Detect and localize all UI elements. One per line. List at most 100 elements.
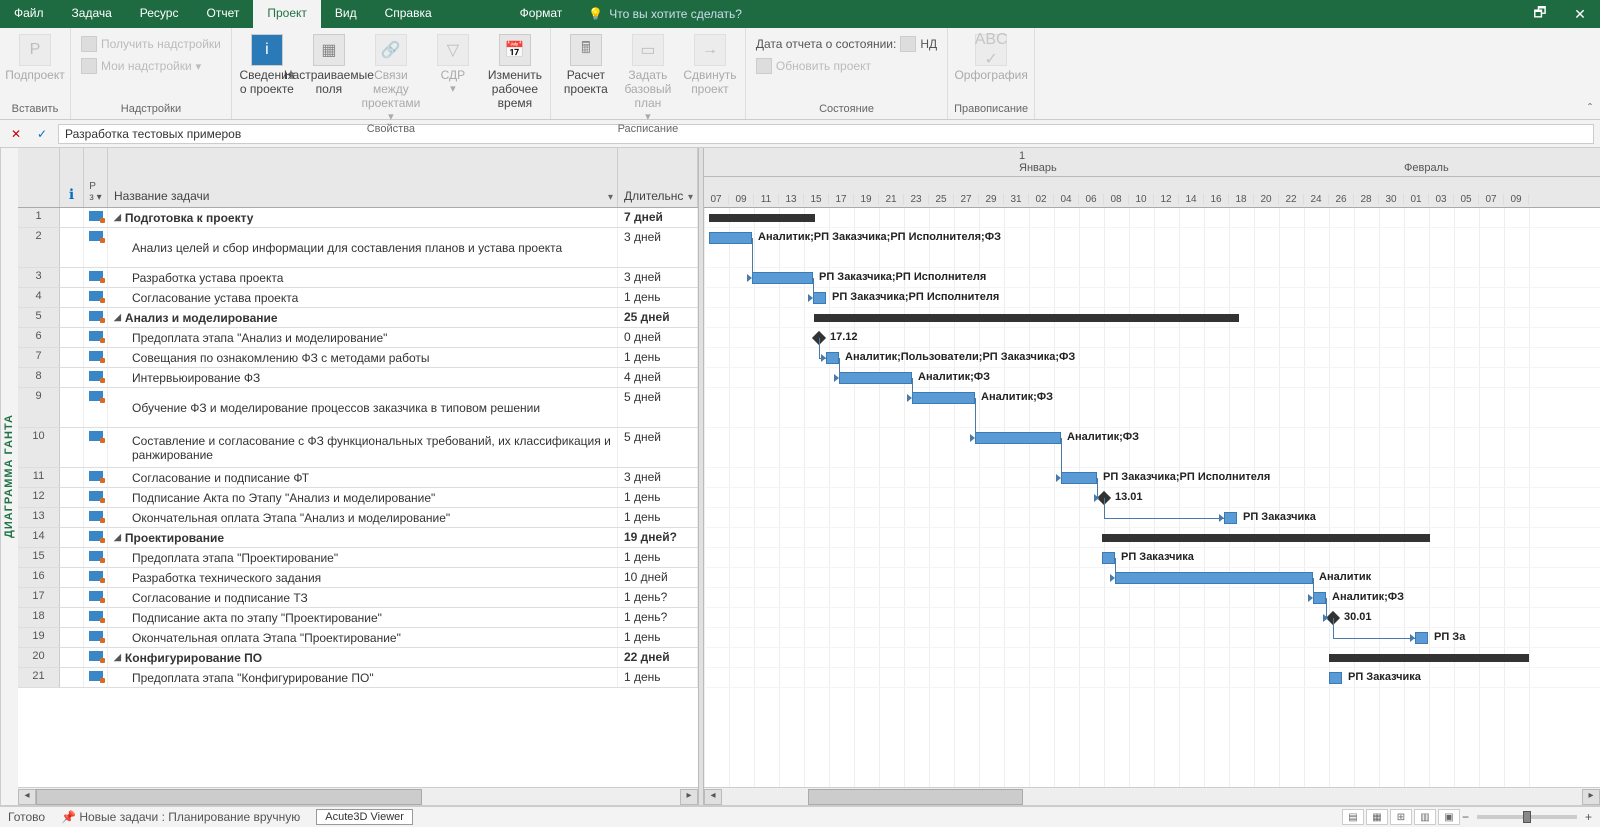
view-resource-button[interactable]: ▥ bbox=[1414, 809, 1436, 825]
task-bar[interactable] bbox=[1313, 592, 1326, 604]
custom-fields-button[interactable]: ▦Настраиваемые поля bbox=[300, 32, 358, 96]
task-bar[interactable] bbox=[1329, 672, 1342, 684]
calculate-project-button[interactable]: 🖩Расчет проекта bbox=[557, 32, 615, 96]
gantt-area[interactable]: Аналитик;РП Заказчика;РП Исполнителя;ФЗР… bbox=[704, 208, 1600, 787]
menu-задача[interactable]: Задача bbox=[58, 0, 126, 28]
table-row[interactable]: 14◢Проектирование19 дней? bbox=[18, 528, 698, 548]
mode-column-header[interactable]: Рз ▾ bbox=[84, 148, 108, 207]
table-row[interactable]: 8Интервьюирование ФЗ4 дней bbox=[18, 368, 698, 388]
table-row[interactable]: 4Согласование устава проекта1 день bbox=[18, 288, 698, 308]
scroll-track[interactable] bbox=[36, 789, 680, 805]
table-row[interactable]: 2Анализ целей и сбор информации для сост… bbox=[18, 228, 698, 268]
table-row[interactable]: 17Согласование и подписание ТЗ1 день? bbox=[18, 588, 698, 608]
zoom-slider[interactable] bbox=[1477, 815, 1577, 819]
view-gantt-button[interactable]: ▤ bbox=[1342, 809, 1364, 825]
zoom-out-button[interactable]: − bbox=[1462, 810, 1469, 824]
menu-вид[interactable]: Вид bbox=[321, 0, 371, 28]
info-column-header[interactable]: ℹ bbox=[60, 148, 84, 207]
table-body[interactable]: 1◢Подготовка к проекту7 дней2Анализ целе… bbox=[18, 208, 698, 787]
milestone-label: 30.01 bbox=[1344, 611, 1372, 623]
entry-input[interactable] bbox=[58, 124, 1594, 144]
menu-ресурс[interactable]: Ресурс bbox=[126, 0, 193, 28]
spellcheck-icon: ABC✓ bbox=[975, 34, 1007, 66]
collapse-icon[interactable]: ◢ bbox=[114, 652, 121, 663]
task-bar[interactable] bbox=[1061, 472, 1097, 484]
info-icon: i bbox=[251, 34, 283, 66]
change-worktime-button[interactable]: 📅Изменить рабочее время bbox=[486, 32, 544, 110]
zoom-in-button[interactable]: + bbox=[1585, 810, 1592, 824]
table-row[interactable]: 10Составление и согласование с ФЗ функци… bbox=[18, 428, 698, 468]
table-row[interactable]: 12Подписание Акта по Этапу "Анализ и мод… bbox=[18, 488, 698, 508]
scroll-right-button[interactable]: ▸ bbox=[680, 789, 698, 805]
menu-справка[interactable]: Справка bbox=[371, 0, 446, 28]
table-row[interactable]: 15Предоплата этапа "Проектирование"1 ден… bbox=[18, 548, 698, 568]
menu-файл[interactable]: Файл bbox=[0, 0, 58, 28]
menu-проект[interactable]: Проект bbox=[253, 0, 321, 28]
task-bar[interactable] bbox=[1115, 572, 1313, 584]
table-row[interactable]: 21Предоплата этапа "Конфигурирование ПО"… bbox=[18, 668, 698, 688]
gantt-timescale[interactable]: 1ЯнварьФевраль 0709111315171921232527293… bbox=[704, 148, 1600, 208]
ribbon: P Подпроект Вставить Получить надстройки… bbox=[0, 28, 1600, 120]
task-bar[interactable] bbox=[912, 392, 975, 404]
status-newtasks[interactable]: 📌 Новые задачи : Планирование вручную bbox=[61, 810, 300, 824]
ribbon-group-label: Расписание bbox=[618, 123, 679, 137]
window-close-button[interactable]: ✕ bbox=[1560, 0, 1600, 28]
view-report-button[interactable]: ▣ bbox=[1438, 809, 1460, 825]
scroll-thumb[interactable] bbox=[808, 789, 1023, 805]
table-row[interactable]: 5◢Анализ и моделирование25 дней bbox=[18, 308, 698, 328]
table-row[interactable]: 18Подписание акта по этапу "Проектирован… bbox=[18, 608, 698, 628]
view-usage-button[interactable]: ▦ bbox=[1366, 809, 1388, 825]
table-row[interactable]: 1◢Подготовка к проекту7 дней bbox=[18, 208, 698, 228]
scroll-right-button[interactable]: ▸ bbox=[1582, 789, 1600, 805]
table-row[interactable]: 11Согласование и подписание ФТ3 дней bbox=[18, 468, 698, 488]
table-row[interactable]: 19Окончательная оплата Этапа "Проектиров… bbox=[18, 628, 698, 648]
menu-format[interactable]: Формат bbox=[506, 0, 577, 28]
task-bar[interactable] bbox=[1415, 632, 1428, 644]
status-date-row[interactable]: Дата отчета о состоянии: НД bbox=[752, 34, 941, 54]
acute3d-viewer-button[interactable]: Acute3D Viewer bbox=[316, 809, 413, 825]
table-row[interactable]: 13Окончательная оплата Этапа "Анализ и м… bbox=[18, 508, 698, 528]
collapse-icon[interactable]: ◢ bbox=[114, 312, 121, 323]
scroll-thumb[interactable] bbox=[36, 789, 422, 805]
task-bar[interactable] bbox=[839, 372, 912, 384]
gantt-hscrollbar[interactable]: ◂ ▸ bbox=[704, 787, 1600, 805]
accept-entry-button[interactable]: ✓ bbox=[32, 127, 52, 141]
name-column-header[interactable]: Название задачи▾ bbox=[108, 148, 618, 207]
table-row[interactable]: 7Совещания по ознакомлению ФЗ с методами… bbox=[18, 348, 698, 368]
summary-bar[interactable] bbox=[709, 214, 815, 222]
scroll-track[interactable] bbox=[722, 789, 1582, 805]
task-bar[interactable] bbox=[1224, 512, 1237, 524]
window-restore-button[interactable]: 🗗 bbox=[1520, 0, 1560, 28]
tell-me-search[interactable]: 💡 Что вы хотите сделать? bbox=[576, 0, 754, 28]
table-row[interactable]: 16Разработка технического задания10 дней bbox=[18, 568, 698, 588]
duration-column-header[interactable]: Длительнс▾ bbox=[618, 148, 698, 207]
summary-bar[interactable] bbox=[1102, 534, 1430, 542]
task-bar[interactable] bbox=[752, 272, 813, 284]
task-bar[interactable] bbox=[813, 292, 826, 304]
task-bar[interactable] bbox=[975, 432, 1061, 444]
task-bar[interactable] bbox=[709, 232, 752, 244]
zoom-thumb[interactable] bbox=[1523, 811, 1531, 823]
scroll-left-button[interactable]: ◂ bbox=[704, 789, 722, 805]
table-row[interactable]: 6Предоплата этапа "Анализ и моделировани… bbox=[18, 328, 698, 348]
table-row[interactable]: 20◢Конфигурирование ПО22 дней bbox=[18, 648, 698, 668]
task-bar[interactable] bbox=[1102, 552, 1115, 564]
bar-label: РП Заказчика bbox=[1121, 551, 1194, 563]
set-baseline-button: ▭Задать базовый план ▾ bbox=[619, 32, 677, 123]
scroll-left-button[interactable]: ◂ bbox=[18, 789, 36, 805]
view-network-button[interactable]: ⊞ bbox=[1390, 809, 1412, 825]
task-table: ℹ Рз ▾ Название задачи▾ Длительнс▾ 1◢Под… bbox=[18, 148, 698, 805]
menu-отчет[interactable]: Отчет bbox=[192, 0, 253, 28]
ribbon-collapse-button[interactable]: ˆ bbox=[1588, 101, 1592, 115]
table-row[interactable]: 9Обучение ФЗ и моделирование процессов з… bbox=[18, 388, 698, 428]
cancel-entry-button[interactable]: ✕ bbox=[6, 127, 26, 141]
task-bar[interactable] bbox=[826, 352, 839, 364]
table-row[interactable]: 3Разработка устава проекта3 дней bbox=[18, 268, 698, 288]
entry-bar: ✕ ✓ bbox=[0, 120, 1600, 148]
collapse-icon[interactable]: ◢ bbox=[114, 532, 121, 543]
task-mode-icon bbox=[89, 671, 103, 681]
summary-bar[interactable] bbox=[1329, 654, 1529, 662]
table-hscrollbar[interactable]: ◂ ▸ bbox=[18, 787, 698, 805]
summary-bar[interactable] bbox=[814, 314, 1239, 322]
collapse-icon[interactable]: ◢ bbox=[114, 212, 121, 223]
